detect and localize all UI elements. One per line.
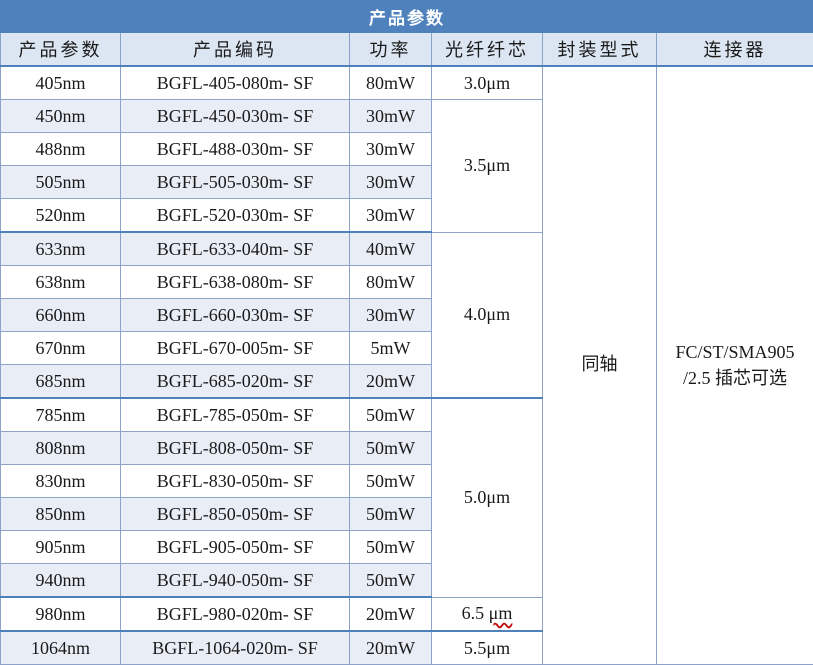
header-connector: 连接器 (657, 33, 813, 67)
fiber-core-number: 6.5 (462, 603, 485, 623)
wavelength-cell: 785nm (1, 398, 121, 432)
product-code-cell: BGFL-633-040m- SF (121, 232, 350, 266)
power-cell: 20mW (350, 597, 432, 631)
fiber-core-cell: 4.0μm (432, 232, 543, 398)
product-code-cell: BGFL-785-050m- SF (121, 398, 350, 432)
wavelength-cell: 1064nm (1, 631, 121, 665)
wavelength-cell: 670nm (1, 332, 121, 365)
power-cell: 80mW (350, 66, 432, 100)
wavelength-cell: 505nm (1, 166, 121, 199)
package-type-cell: 同轴 (543, 66, 657, 665)
wavelength-cell: 660nm (1, 299, 121, 332)
connector-line-2-text: 插芯可选 (715, 368, 787, 389)
product-code-cell: BGFL-488-030m- SF (121, 133, 350, 166)
header-fiber-core: 光纤纤芯 (432, 33, 543, 67)
fiber-core-cell: 3.0μm (432, 66, 543, 100)
product-code-cell: BGFL-808-050m- SF (121, 432, 350, 465)
power-cell: 5mW (350, 332, 432, 365)
wavelength-cell: 685nm (1, 365, 121, 399)
header-package-type: 封装型式 (543, 33, 657, 67)
power-cell: 30mW (350, 100, 432, 133)
product-code-cell: BGFL-505-030m- SF (121, 166, 350, 199)
fiber-core-cell: 6.5 μm (432, 597, 543, 631)
product-code-cell: BGFL-850-050m- SF (121, 498, 350, 531)
product-code-cell: BGFL-450-030m- SF (121, 100, 350, 133)
product-code-cell: BGFL-638-080m- SF (121, 266, 350, 299)
wavelength-cell: 488nm (1, 133, 121, 166)
power-cell: 30mW (350, 133, 432, 166)
wavelength-cell: 450nm (1, 100, 121, 133)
wavelength-cell: 808nm (1, 432, 121, 465)
product-code-cell: BGFL-660-030m- SF (121, 299, 350, 332)
power-cell: 30mW (350, 199, 432, 233)
product-code-cell: BGFL-830-050m- SF (121, 465, 350, 498)
product-code-cell: BGFL-520-030m- SF (121, 199, 350, 233)
power-cell: 50mW (350, 498, 432, 531)
header-power: 功率 (350, 33, 432, 67)
power-cell: 30mW (350, 166, 432, 199)
fiber-core-unit: μm (489, 603, 513, 623)
table-title: 产品参数 (1, 1, 813, 33)
wavelength-cell: 633nm (1, 232, 121, 266)
power-cell: 20mW (350, 365, 432, 399)
power-cell: 50mW (350, 432, 432, 465)
fiber-core-cell: 5.0μm (432, 398, 543, 597)
power-cell: 40mW (350, 232, 432, 266)
power-cell: 30mW (350, 299, 432, 332)
power-cell: 50mW (350, 398, 432, 432)
wavelength-cell: 520nm (1, 199, 121, 233)
product-code-cell: BGFL-670-005m- SF (121, 332, 350, 365)
connector-cell: FC/ST/SMA905 /2.5 插芯可选 (657, 66, 813, 665)
product-code-cell: BGFL-905-050m- SF (121, 531, 350, 564)
power-cell: 50mW (350, 564, 432, 598)
product-code-cell: BGFL-1064-020m- SF (121, 631, 350, 665)
power-cell: 50mW (350, 465, 432, 498)
power-cell: 80mW (350, 266, 432, 299)
product-code-cell: BGFL-685-020m- SF (121, 365, 350, 399)
header-product-code: 产品编码 (121, 33, 350, 67)
product-code-cell: BGFL-405-080m- SF (121, 66, 350, 100)
product-code-cell: BGFL-980-020m- SF (121, 597, 350, 631)
product-parameter-table: 产品参数 产品参数 产品编码 功率 光纤纤芯 封装型式 连接器 405nm BG… (0, 0, 813, 665)
wavelength-cell: 905nm (1, 531, 121, 564)
wavelength-cell: 850nm (1, 498, 121, 531)
wavelength-cell: 638nm (1, 266, 121, 299)
power-cell: 20mW (350, 631, 432, 665)
header-product-parameter: 产品参数 (1, 33, 121, 67)
wavelength-cell: 830nm (1, 465, 121, 498)
wavelength-cell: 405nm (1, 66, 121, 100)
connector-line-2-number: /2.5 (683, 368, 711, 388)
wavelength-cell: 980nm (1, 597, 121, 631)
table-row: 405nm BGFL-405-080m- SF 80mW 3.0μm 同轴 FC… (1, 66, 813, 100)
power-cell: 50mW (350, 531, 432, 564)
product-code-cell: BGFL-940-050m- SF (121, 564, 350, 598)
fiber-core-cell: 5.5μm (432, 631, 543, 665)
fiber-core-cell: 3.5μm (432, 100, 543, 233)
connector-line-1: FC/ST/SMA905 (675, 342, 794, 362)
wavelength-cell: 940nm (1, 564, 121, 598)
